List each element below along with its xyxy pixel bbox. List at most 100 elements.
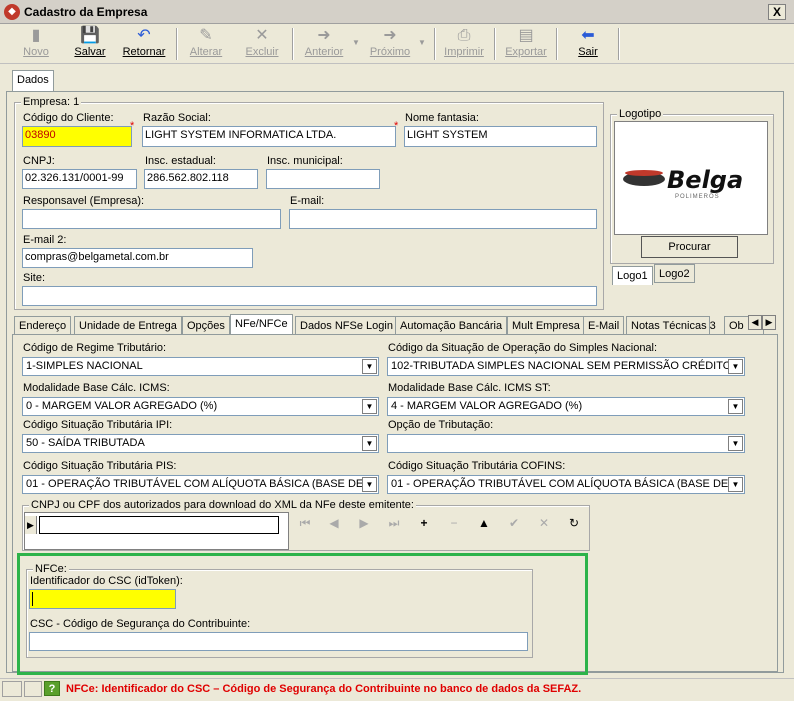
proximo-dropdown-icon[interactable]: ▼ — [418, 38, 426, 47]
toolbar: ▮ Novo 💾 Salvar ↶ Retornar ✎ Alterar ✕ E… — [0, 24, 794, 64]
tab-endereco[interactable]: Endereço — [14, 316, 72, 336]
logo-image: Belga POLIMEROS — [614, 121, 768, 235]
regime-select[interactable]: 1-SIMPLES NACIONAL ▼ — [22, 357, 379, 376]
mod-icms-select[interactable]: 0 - MARGEM VALOR AGREGADO (%) ▼ — [22, 397, 379, 416]
regime-value: 1-SIMPLES NACIONAL — [26, 360, 143, 372]
proximo-button[interactable]: ➜ Próximo — [366, 26, 414, 62]
cnpj-field[interactable]: 02.326.131/0001-99 — [22, 169, 137, 189]
export-icon: ▤ — [518, 27, 534, 44]
chevron-down-icon[interactable]: ▼ — [728, 399, 743, 414]
email2-field[interactable]: compras@belgametal.com.br — [22, 248, 253, 268]
toolbar-separator — [176, 28, 178, 60]
tab-nfe-nfce[interactable]: NFe/NFCe — [230, 314, 293, 335]
insc-estadual-field[interactable]: 286.562.802.118 — [144, 169, 258, 189]
tab-unidade-entrega[interactable]: Unidade de Entrega — [74, 316, 182, 336]
tab-logo1[interactable]: Logo1 — [612, 266, 653, 285]
razao-social-field[interactable]: LIGHT SYSTEM INFORMATICA LTDA. — [142, 126, 396, 147]
tab-notas-tecnicas-count: 3 — [709, 320, 716, 332]
ie-label: Insc. estadual: — [145, 155, 216, 167]
exportar-button[interactable]: ▤ Exportar — [502, 26, 550, 62]
pis-value: 01 - OPERAÇÃO TRIBUTÁVEL COM ALÍQUOTA BÁ… — [26, 478, 375, 490]
logo-text: Belga — [667, 166, 744, 194]
help-icon: ? — [44, 681, 60, 696]
close-button[interactable]: X — [768, 4, 786, 20]
chevron-down-icon[interactable]: ▼ — [362, 359, 377, 374]
sair-button[interactable]: ⬅ Sair — [566, 26, 610, 62]
opcao-trib-select[interactable]: ▼ — [387, 434, 745, 453]
post-record-icon[interactable]: ✔ — [507, 516, 521, 530]
novo-button[interactable]: ▮ Novo — [14, 26, 58, 62]
required-marker: * — [130, 120, 135, 132]
cofins-label: Código Situação Tributária COFINS: — [388, 460, 566, 472]
fantasia-label: Nome fantasia: — [405, 112, 479, 124]
imprimir-button[interactable]: ⎙ Imprimir — [442, 26, 486, 62]
procurar-button[interactable]: Procurar — [641, 236, 738, 258]
status-panel — [24, 681, 42, 697]
chevron-down-icon[interactable]: ▼ — [362, 399, 377, 414]
cofins-select[interactable]: 01 - OPERAÇÃO TRIBUTÁVEL COM ALÍQUOTA BÁ… — [387, 475, 745, 494]
sit-simples-select[interactable]: 102-TRIBUTADA SIMPLES NACIONAL SEM PERMI… — [387, 357, 745, 376]
anterior-dropdown-icon[interactable]: ▼ — [352, 38, 360, 47]
ipi-value: 50 - SAÍDA TRIBUTADA — [26, 437, 145, 449]
ipi-select[interactable]: 50 - SAÍDA TRIBUTADA ▼ — [22, 434, 379, 453]
next-record-icon[interactable]: ▶ — [357, 516, 371, 530]
autorizados-grid[interactable]: ▶ — [24, 512, 289, 550]
title-bar: ◆ Cadastro da Empresa X — [0, 0, 794, 24]
refresh-record-icon[interactable]: ↻ — [567, 516, 581, 530]
anterior-button[interactable]: ➜ Anterior — [300, 26, 348, 62]
cancel-record-icon[interactable]: ✕ — [537, 516, 551, 530]
tab-notas-tecnicas[interactable]: Notas Técnicas 3 — [626, 316, 716, 336]
insert-record-icon[interactable]: + — [417, 516, 431, 530]
undo-icon: ↶ — [137, 27, 151, 44]
anterior-label: Anterior — [304, 46, 344, 58]
retornar-button[interactable]: ↶ Retornar — [120, 26, 168, 62]
excluir-label: Excluir — [245, 46, 279, 58]
tab-scroll-right-icon[interactable]: ▶ — [762, 315, 776, 330]
alterar-label: Alterar — [189, 46, 223, 58]
pis-select[interactable]: 01 - OPERAÇÃO TRIBUTÁVEL COM ALÍQUOTA BÁ… — [22, 475, 379, 494]
prior-record-icon[interactable]: ◀ — [327, 516, 341, 530]
idtoken-label: Identificador do CSC (idToken): — [30, 575, 183, 587]
salvar-button[interactable]: 💾 Salvar — [68, 26, 112, 62]
first-record-icon[interactable]: ⏮ — [298, 516, 312, 531]
chevron-down-icon[interactable]: ▼ — [728, 436, 743, 451]
delete-record-icon[interactable]: − — [447, 516, 461, 530]
mod-icms-st-select[interactable]: 4 - MARGEM VALOR AGREGADO (%) ▼ — [387, 397, 745, 416]
tab-dados[interactable]: Dados — [12, 70, 54, 92]
toolbar-separator — [556, 28, 558, 60]
email-field[interactable] — [289, 209, 597, 229]
toolbar-separator — [494, 28, 496, 60]
mod-icms-st-label: Modalidade Base Cálc. ICMS ST: — [388, 382, 551, 394]
autorizados-cell[interactable] — [39, 516, 279, 534]
tab-logo2[interactable]: Logo2 — [654, 264, 695, 283]
last-record-icon[interactable]: ⏭ — [387, 516, 401, 531]
chevron-down-icon[interactable]: ▼ — [728, 359, 743, 374]
alterar-button[interactable]: ✎ Alterar — [184, 26, 228, 62]
codigo-label: Código do Cliente: — [23, 112, 114, 124]
chevron-down-icon[interactable]: ▼ — [728, 477, 743, 492]
tab-scroll-left-icon[interactable]: ◀ — [748, 315, 762, 330]
tab-mult-empresa[interactable]: Mult Empresa — [507, 316, 585, 336]
insc-municipal-field[interactable] — [266, 169, 380, 189]
toolbar-separator — [292, 28, 294, 60]
toolbar-separator — [434, 28, 436, 60]
edit-record-icon[interactable]: ▲ — [477, 516, 491, 530]
codigo-field[interactable]: 03890 — [22, 126, 132, 147]
excluir-button[interactable]: ✕ Excluir — [240, 26, 284, 62]
responsavel-field[interactable] — [22, 209, 281, 229]
nome-fantasia-field[interactable]: LIGHT SYSTEM — [404, 126, 597, 147]
exportar-label: Exportar — [505, 46, 547, 58]
idtoken-field[interactable] — [29, 589, 176, 609]
tab-email[interactable]: E-Mail — [583, 316, 625, 336]
tab-dados-nfse-login[interactable]: Dados NFSe Login — [295, 316, 398, 336]
text-caret — [32, 592, 33, 606]
csc-field[interactable] — [29, 632, 528, 651]
chevron-down-icon[interactable]: ▼ — [362, 436, 377, 451]
site-field[interactable] — [22, 286, 597, 306]
tab-automacao-bancaria[interactable]: Automação Bancária — [395, 316, 508, 336]
chevron-down-icon[interactable]: ▼ — [362, 477, 377, 492]
tab-opcoes[interactable]: Opções — [182, 316, 230, 336]
salvar-label: Salvar — [74, 46, 106, 58]
site-label: Site: — [23, 272, 46, 284]
tab-notas-tecnicas-label: Notas Técnicas — [631, 320, 707, 332]
